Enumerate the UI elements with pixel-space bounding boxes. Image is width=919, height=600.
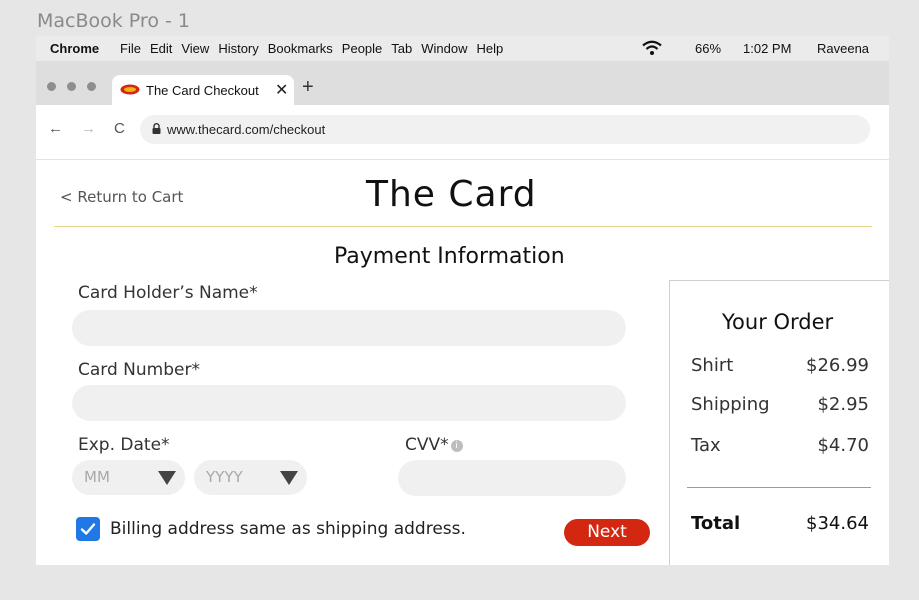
cvv-input[interactable] <box>398 460 626 496</box>
exp-date-label: Exp. Date* <box>78 435 170 455</box>
order-line-shirt-value: $26.99 <box>806 355 869 376</box>
order-summary-panel: Your Order Shirt $26.99 Shipping $2.95 T… <box>669 280 889 565</box>
url-omnibox[interactable]: www.thecard.com/checkout <box>140 115 870 144</box>
frame-label: MacBook Pro - 1 <box>37 10 190 32</box>
order-summary-title: Your Order <box>722 310 834 334</box>
next-button[interactable]: Next <box>564 519 650 546</box>
menu-bookmarks[interactable]: Bookmarks <box>268 41 333 56</box>
order-line-tax-label: Tax <box>691 435 721 456</box>
tab-strip: The Card Checkout ✕ + <box>36 61 889 105</box>
order-line-tax-value: $4.70 <box>817 435 869 456</box>
cvv-label-wrap: CVV* i <box>405 435 463 455</box>
exp-month-select[interactable]: MM <box>72 460 185 495</box>
section-title: Payment Information <box>334 244 565 269</box>
order-line-shipping-value: $2.95 <box>817 394 869 415</box>
year-dropdown-caret-icon <box>280 471 298 485</box>
brand-title: The Card <box>366 174 537 215</box>
card-number-input[interactable] <box>72 385 626 421</box>
tab-close-icon[interactable]: ✕ <box>275 80 288 100</box>
exp-year-select[interactable]: YYYY <box>194 460 307 495</box>
address-bar: ← → C www.thecard.com/checkout <box>36 105 889 160</box>
menubar-menus: File Edit View History Bookmarks People … <box>120 41 512 56</box>
card-holder-name-input[interactable] <box>72 310 626 346</box>
cvv-label: CVV* <box>405 435 449 455</box>
cvv-info-icon[interactable]: i <box>450 440 463 452</box>
order-line-shirt-label: Shirt <box>691 355 734 376</box>
menubar-app-name[interactable]: Chrome <box>50 41 99 56</box>
window-close-dot-icon[interactable] <box>47 82 56 91</box>
billing-same-checkbox[interactable] <box>76 517 100 541</box>
order-total-label: Total <box>691 513 741 534</box>
order-total-value: $34.64 <box>806 513 869 534</box>
header-divider <box>54 226 872 227</box>
menu-view[interactable]: View <box>181 41 209 56</box>
card-holder-name-label: Card Holder’s Name* <box>78 283 258 303</box>
battery-percent[interactable]: 66% <box>695 41 721 56</box>
forward-arrow-icon[interactable]: → <box>81 120 96 137</box>
menu-window[interactable]: Window <box>421 41 467 56</box>
back-arrow-icon[interactable]: ← <box>48 120 63 137</box>
reload-icon[interactable]: C <box>114 120 125 137</box>
wifi-icon[interactable] <box>642 40 662 56</box>
menu-people[interactable]: People <box>342 41 382 56</box>
menu-tab[interactable]: Tab <box>391 41 412 56</box>
order-line-shipping-label: Shipping <box>691 394 770 415</box>
checkout-page: < Return to Cart The Card Payment Inform… <box>36 161 889 565</box>
order-total-divider <box>687 487 871 488</box>
window-minimize-dot-icon[interactable] <box>67 82 76 91</box>
lock-icon <box>152 123 161 134</box>
billing-same-label[interactable]: Billing address same as shipping address… <box>110 519 466 539</box>
menu-file[interactable]: File <box>120 41 141 56</box>
screen: Chrome File Edit View History Bookmarks … <box>36 36 889 565</box>
exp-year-placeholder: YYYY <box>206 468 243 486</box>
menubar: Chrome File Edit View History Bookmarks … <box>36 36 889 61</box>
window-zoom-dot-icon[interactable] <box>87 82 96 91</box>
checkmark-icon <box>80 523 96 535</box>
menu-history[interactable]: History <box>218 41 258 56</box>
url-text[interactable]: www.thecard.com/checkout <box>167 122 325 137</box>
exp-month-placeholder: MM <box>84 468 110 486</box>
month-dropdown-caret-icon <box>158 471 176 485</box>
clock[interactable]: 1:02 PM <box>743 41 791 56</box>
tab-the-card-checkout[interactable]: The Card Checkout ✕ <box>112 75 294 105</box>
return-to-cart-link[interactable]: < Return to Cart <box>60 188 183 206</box>
user-name[interactable]: Raveena <box>817 41 869 56</box>
card-logo-favicon-icon <box>120 84 140 95</box>
new-tab-button[interactable]: + <box>302 76 314 99</box>
menu-edit[interactable]: Edit <box>150 41 172 56</box>
card-number-label: Card Number* <box>78 360 200 380</box>
menu-help[interactable]: Help <box>477 41 504 56</box>
tab-title: The Card Checkout <box>146 83 259 98</box>
